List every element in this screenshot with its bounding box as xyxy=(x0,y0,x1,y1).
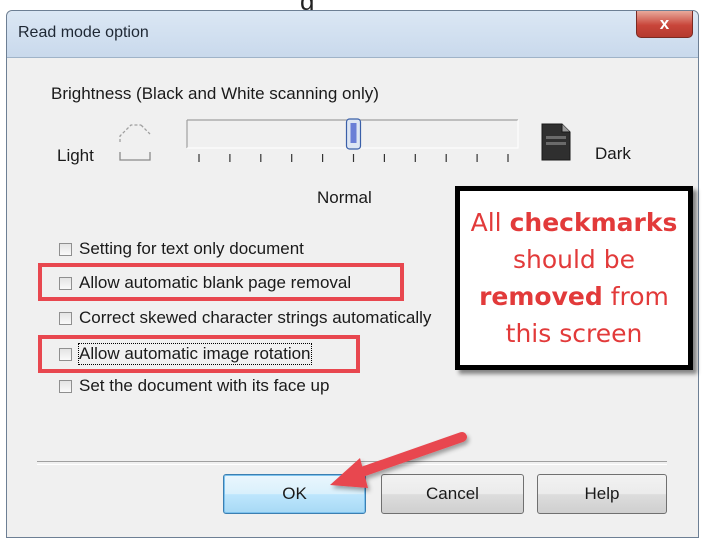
option-label: Set the document with its face up xyxy=(79,376,330,395)
option-correct-skew[interactable]: Correct skewed character strings automat… xyxy=(59,307,431,329)
annotation-line3-bold: removed xyxy=(479,282,603,311)
light-page-icon xyxy=(119,124,151,161)
annotation-callout: All checkmarks should be removed from th… xyxy=(455,186,693,370)
light-label: Light xyxy=(57,146,94,165)
dark-label: Dark xyxy=(595,144,631,163)
annotation-line1-bold: checkmarks xyxy=(509,208,678,237)
window-title: Read mode option xyxy=(18,24,149,41)
checkbox[interactable] xyxy=(59,242,72,256)
checkbox[interactable] xyxy=(59,276,72,290)
option-label: Allow automatic blank page removal xyxy=(79,273,352,292)
cancel-button[interactable]: Cancel xyxy=(381,474,524,514)
slider-thumb-grip xyxy=(350,123,357,143)
annotation-line1-prefix: All xyxy=(470,208,510,237)
brightness-label: Brightness (Black and White scanning onl… xyxy=(51,84,379,103)
slider-thumb[interactable] xyxy=(345,118,362,150)
option-label: Allow automatic image rotation xyxy=(78,343,312,365)
close-button[interactable]: x xyxy=(636,11,693,38)
option-label: Setting for text only document xyxy=(79,239,304,258)
option-image-rotation[interactable]: Allow automatic image rotation xyxy=(59,343,312,365)
dark-page-icon xyxy=(541,123,571,161)
checkbox[interactable] xyxy=(59,311,72,325)
annotation-line3-suffix: from xyxy=(602,282,669,311)
annotation-text: All checkmarks should be removed from th… xyxy=(471,204,678,352)
slider-ticks xyxy=(198,154,509,162)
annotation-line2: should be xyxy=(512,245,635,274)
checkbox[interactable] xyxy=(59,347,72,361)
ok-button[interactable]: OK xyxy=(223,474,366,514)
option-face-up[interactable]: Set the document with its face up xyxy=(59,375,329,397)
option-text-only[interactable]: Setting for text only document xyxy=(59,238,304,260)
help-button[interactable]: Help xyxy=(537,474,667,514)
checkbox[interactable] xyxy=(59,379,72,393)
normal-label: Normal xyxy=(317,188,372,207)
option-label: Correct skewed character strings automat… xyxy=(79,308,432,327)
title-bar[interactable]: Read mode option x xyxy=(7,11,698,58)
close-icon: x xyxy=(659,14,670,33)
separator xyxy=(37,461,667,465)
annotation-line4: this screen xyxy=(505,319,643,348)
option-blank-page-removal[interactable]: Allow automatic blank page removal xyxy=(59,272,351,294)
